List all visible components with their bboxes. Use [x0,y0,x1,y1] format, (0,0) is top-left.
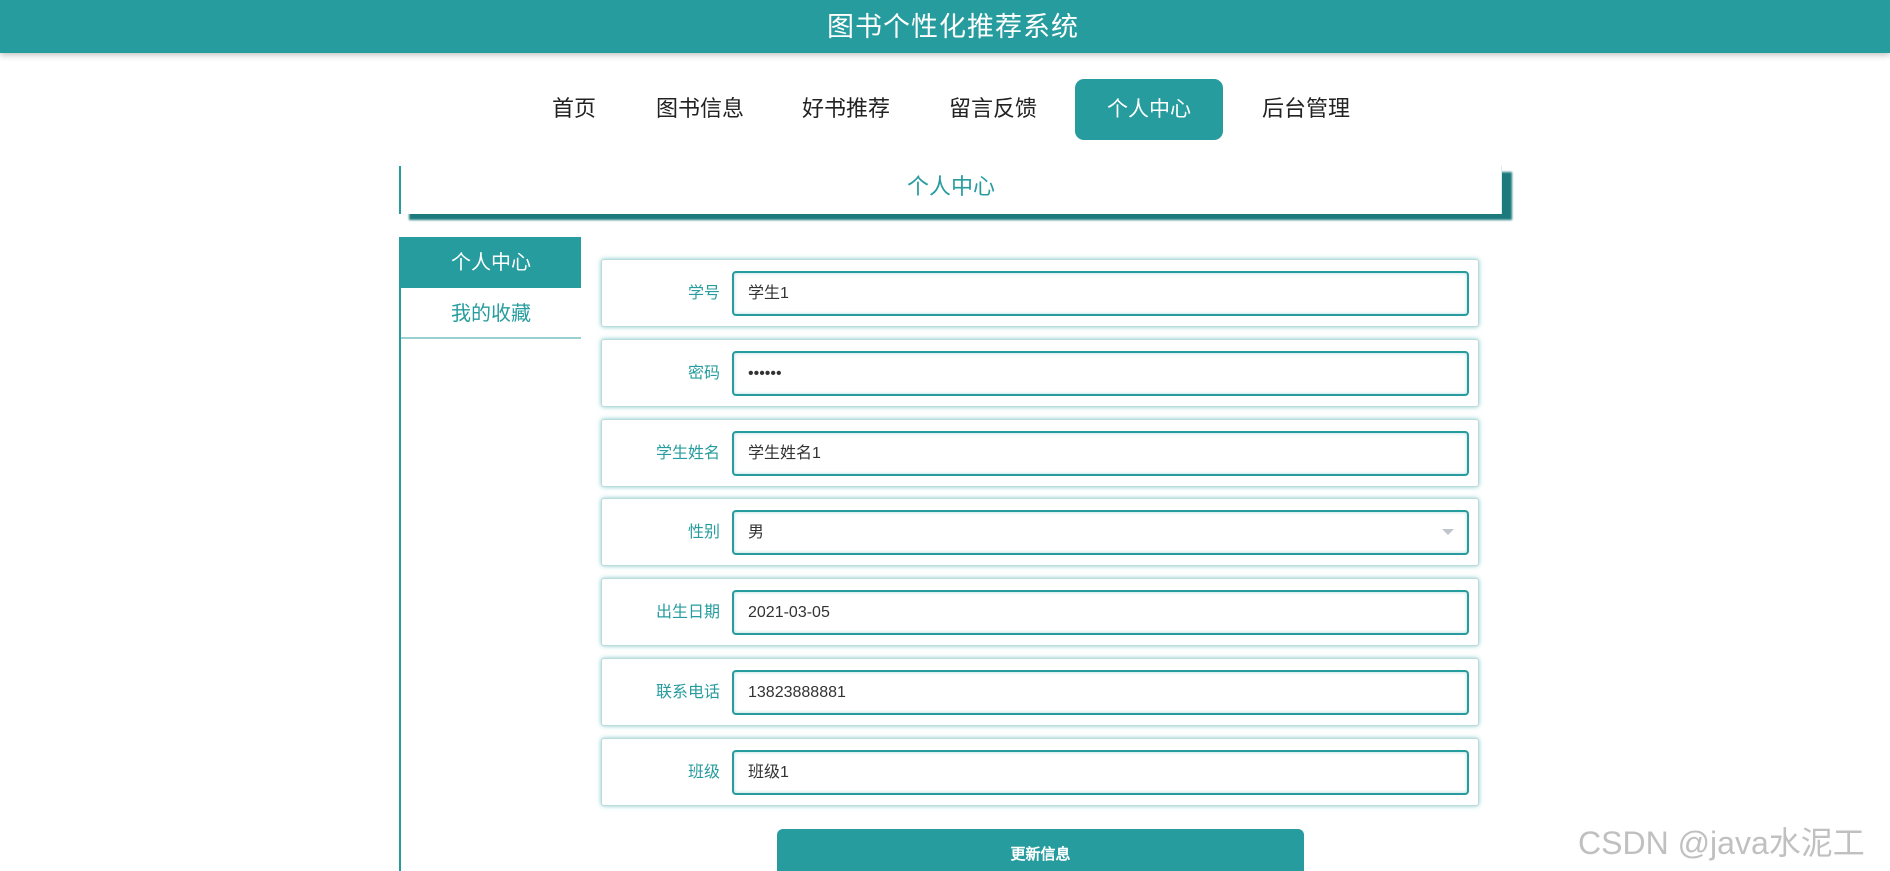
site-title: 图书个性化推荐系统 [827,12,1079,43]
update-info-button[interactable]: 更新信息 [777,829,1304,871]
student-name-input[interactable]: 学生姓名1 [732,431,1469,476]
sidebar-item-personal-center[interactable]: 个人中心 [401,237,581,288]
nav-book-info[interactable]: 图书信息 [653,79,747,140]
form-row-phone: 联系电话 13823888881 [601,658,1479,726]
form-row-password: 密码 •••••• [601,339,1479,407]
gender-select[interactable]: 男 [732,510,1469,555]
class-input[interactable]: 班级1 [732,750,1469,795]
nav-recommend[interactable]: 好书推荐 [799,79,893,140]
nav-admin[interactable]: 后台管理 [1259,79,1353,140]
password-input[interactable]: •••••• [732,351,1469,396]
form-row-student-name: 学生姓名 学生姓名1 [601,419,1479,487]
phone-input[interactable]: 13823888881 [732,670,1469,715]
form-row-birth-date: 出生日期 2021-03-05 [601,578,1479,646]
student-name-label: 学生姓名 [655,443,720,462]
birth-date-input[interactable]: 2021-03-05 [732,590,1469,635]
form-row-class: 班级 班级1 [601,738,1479,806]
form-row-student-id: 学号 学生1 [601,259,1479,327]
student-id-input[interactable]: 学生1 [732,271,1469,316]
page-title: 个人中心 [399,166,1502,214]
watermark: CSDN @java水泥工 [1578,825,1865,861]
nav-feedback[interactable]: 留言反馈 [946,79,1040,140]
password-label: 密码 [687,363,720,382]
top-header: 图书个性化推荐系统 [0,0,1890,53]
gender-label: 性别 [687,522,720,541]
nav-personal-center[interactable]: 个人中心 [1075,79,1223,140]
form-row-gender: 性别 男 [601,498,1479,566]
phone-label: 联系电话 [655,682,720,701]
sidebar-item-favorites[interactable]: 我的收藏 [401,288,581,339]
student-id-label: 学号 [687,283,720,302]
class-label: 班级 [687,762,720,781]
nav-home[interactable]: 首页 [548,79,600,140]
main-nav: 首页 图书信息 好书推荐 留言反馈 个人中心 后台管理 [0,79,1890,140]
sidebar: 个人中心 我的收藏 [399,237,581,871]
chevron-down-icon[interactable] [1442,529,1454,535]
birth-date-label: 出生日期 [655,602,720,621]
